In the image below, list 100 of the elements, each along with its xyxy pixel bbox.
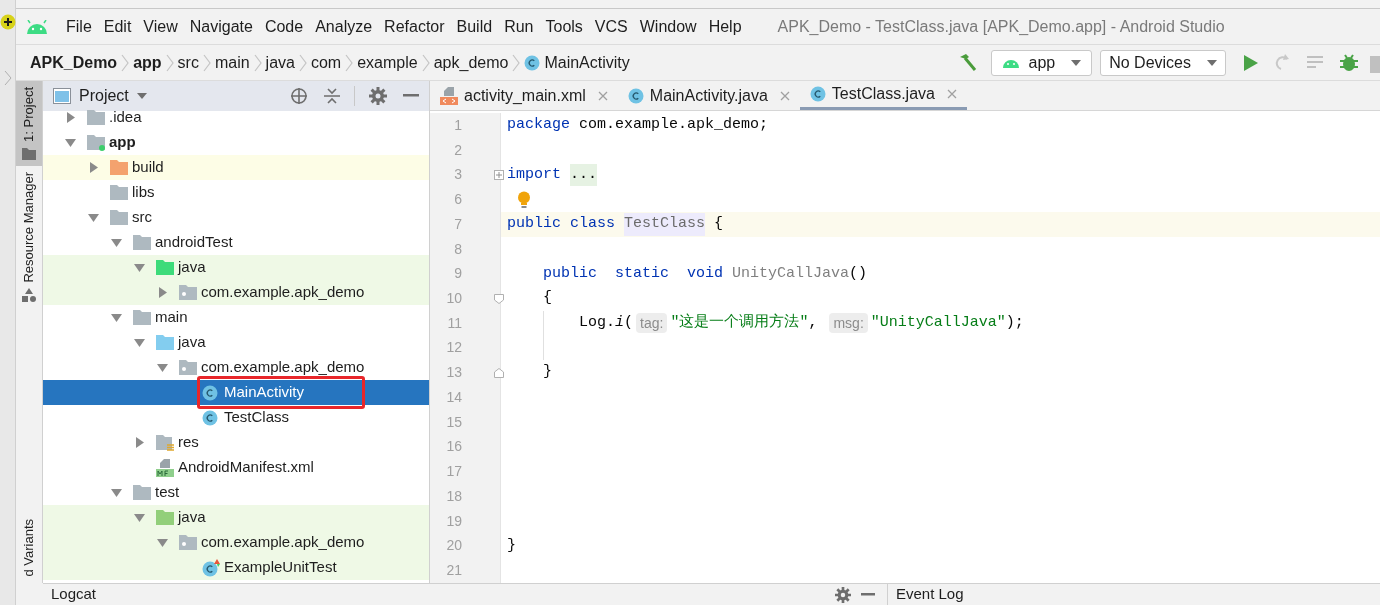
line-number: 14 [445,387,462,407]
line-number: 9 [453,264,462,284]
breadcrumb[interactable]: apk_demo [433,50,509,75]
tool-window-tab[interactable]: Resource Manager [16,165,42,309]
tree-item[interactable]: libs [43,180,429,205]
menu-item[interactable]: Refactor [378,14,451,39]
line-number: 21 [445,561,462,581]
tree-item[interactable]: com.example.apk_demo [43,280,429,305]
breadcrumb[interactable]: example [357,50,418,75]
breadcrumb[interactable]: src [177,50,199,75]
collapse-all-icon[interactable] [324,87,340,105]
tool-window-tab[interactable]: 1: Project [16,81,42,166]
tree-item[interactable]: main [43,305,429,330]
collapsed-arrow-icon [67,112,75,123]
close-icon [597,90,608,101]
tree-item[interactable]: ExampleUnitTest [43,555,429,580]
tree-item[interactable]: java [43,255,429,280]
settings-icon[interactable] [835,586,851,603]
line-number: 6 [453,190,462,210]
chevron-icon [345,53,354,72]
expanded-arrow-icon [65,138,76,147]
minimize-icon[interactable] [861,593,875,596]
tree-item[interactable]: TestClass [43,405,429,430]
configuration-dropdown[interactable]: app [991,49,1093,76]
tree-item-label: AndroidManifest.xml [178,457,314,478]
expanded-arrow-icon [111,488,122,497]
tree-item[interactable]: build [43,155,429,180]
tree-item[interactable]: androidTest [43,230,429,255]
menu-item[interactable]: Tools [539,14,589,39]
tool-window-tab[interactable]: d Variants [16,513,42,583]
code-line: public static void UnityCallJava() [542,263,868,284]
window-title: APK_Demo - TestClass.java [APK_Demo.app] - Android Studio [777,16,1225,37]
tree-item[interactable]: app [43,130,429,155]
collapsed-arrow-icon [136,437,144,448]
minimize-icon[interactable] [403,94,419,98]
breadcrumb[interactable]: MainActivity [544,50,630,75]
collapsed-arrow-icon [90,162,98,173]
folder-icon [22,147,36,160]
line-number: 17 [445,462,462,482]
tree-item[interactable]: .idea [43,105,429,130]
menu-item[interactable]: Code [258,14,310,39]
tree-item-label: src [132,207,152,228]
tree-item[interactable]: test [43,480,429,505]
line-number: 18 [445,486,462,506]
tree-item[interactable]: com.example.apk_demo [43,530,429,555]
breadcrumb[interactable]: main [214,50,250,75]
tree-item[interactable]: src [43,205,429,230]
menu-item[interactable]: Help [702,14,748,39]
line-number: 1 [453,115,462,135]
menu-item[interactable]: VCS [588,14,634,39]
plus-icon [0,14,16,30]
chevron-icon [512,53,521,72]
line-number: 2 [453,140,462,160]
folder-icon [156,510,174,525]
editor-tab[interactable]: activity_main.xml [430,81,618,110]
chevron-icon [121,53,130,72]
menu-item[interactable]: Run [498,14,540,39]
chevron-icon [298,53,307,72]
expanded-arrow-icon [157,363,168,372]
menu-item[interactable]: Edit [97,14,138,39]
menu-item[interactable]: Build [450,14,499,39]
breadcrumb[interactable]: com [310,50,342,75]
breadcrumb[interactable]: java [265,50,295,75]
tree-item[interactable]: com.example.apk_demo [43,355,429,380]
device-dropdown[interactable]: No Devices [1100,49,1226,76]
debug-bug-icon[interactable] [1340,52,1358,73]
settings-icon[interactable] [369,87,387,105]
menu-item[interactable]: Window [633,14,703,39]
tree-item[interactable]: java [43,505,429,530]
line-number: 11 [446,313,462,333]
panel-title: Logcat [51,584,97,605]
module-folder-icon [87,134,105,151]
resource-folder-icon [156,434,174,451]
tree-item[interactable]: java [43,330,429,355]
menu-item[interactable]: File [60,14,98,39]
menu-item[interactable]: Analyze [309,14,379,39]
class-icon [202,409,218,426]
close-icon [946,89,957,99]
android-icon [1002,57,1021,68]
xml-file-icon [440,86,458,105]
menu-item[interactable]: Navigate [183,14,259,39]
manifest-file-icon [156,458,174,477]
line-number: 13 [445,363,462,383]
chevron-icon [202,53,211,72]
run-icon[interactable] [1244,54,1258,71]
folder-icon [133,310,151,325]
locate-icon[interactable] [290,87,308,105]
code-line: Log.i( tag: "这是一个调用方法", msg: "UnityCallJava"); [578,312,1024,335]
menu-item[interactable]: View [137,14,184,39]
tree-item[interactable]: res [43,430,429,455]
package-folder-icon [179,535,197,550]
breadcrumb[interactable]: APK_Demo [30,50,118,75]
caret-icon [136,93,147,99]
tree-item[interactable]: AndroidManifest.xml [43,455,429,480]
project-view-dropdown[interactable]: Project [79,84,147,108]
folder-icon [156,335,174,350]
tree-item-label: java [178,507,206,528]
editor-tab[interactable]: MainActivity.java [617,81,800,110]
tree-item[interactable]: MainActivity [43,380,429,405]
breadcrumb[interactable]: app [133,50,162,75]
